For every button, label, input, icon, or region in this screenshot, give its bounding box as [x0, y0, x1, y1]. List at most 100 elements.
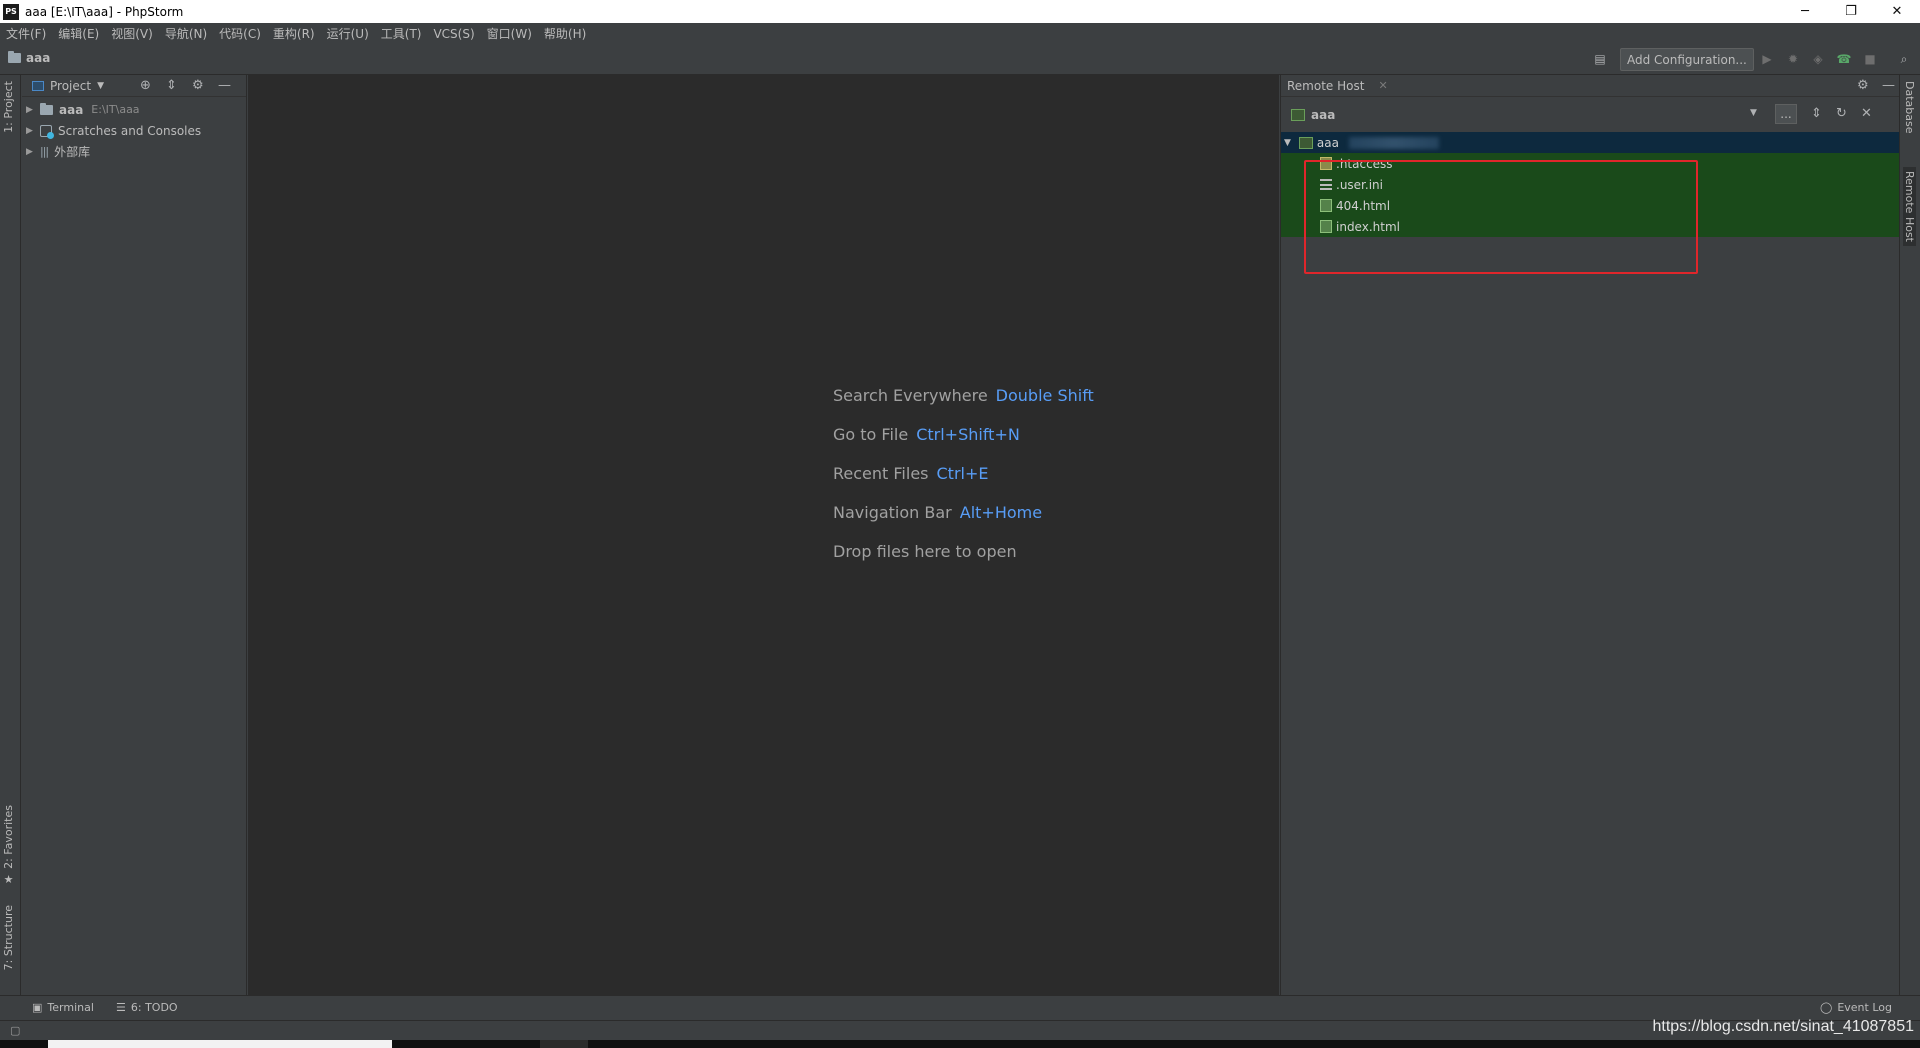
tree-item-label: aaa: [59, 102, 84, 117]
remote-host-panel: Remote Host ✕ ⚙ — aaa ▼ ... ⇕ ↻ ✕ ▼ aaa …: [1280, 75, 1899, 995]
collapse-all-icon[interactable]: ⇕: [166, 78, 177, 93]
maximize-button[interactable]: ❐: [1828, 0, 1874, 23]
collapse-all-icon[interactable]: ⇕: [1811, 106, 1822, 121]
locate-icon[interactable]: ⊕: [140, 78, 151, 93]
file-name: index.html: [1336, 219, 1400, 234]
title-bar: PS aaa [E:\IT\aaa] - PhpStorm ─ ❐ ✕: [0, 0, 1920, 23]
refresh-icon[interactable]: ↻: [1836, 106, 1847, 121]
run-icon[interactable]: ▶: [1759, 51, 1775, 67]
menu-file[interactable]: 文件(F): [0, 25, 52, 42]
menu-vcs[interactable]: VCS(S): [427, 27, 480, 41]
favorites-tool-tab[interactable]: ★ 2: Favorites: [2, 805, 15, 886]
browse-button[interactable]: ...: [1775, 104, 1797, 124]
remote-host-tab-label: Remote Host: [1903, 171, 1916, 242]
todo-tool-button[interactable]: ☰ 6: TODO: [116, 1001, 178, 1014]
hint-drop-files: Drop files here to open: [833, 542, 1017, 561]
menu-bar: 文件(F) 编辑(E) 视图(V) 导航(N) 代码(C) 重构(R) 运行(U…: [0, 23, 1920, 44]
hint-text: Go to File: [833, 425, 909, 444]
expand-arrow-icon[interactable]: ▶: [26, 126, 40, 136]
hint-text: Search Everywhere: [833, 386, 988, 405]
host-selector[interactable]: aaa: [1291, 108, 1335, 122]
editor-empty-area[interactable]: Search Everywhere Double Shift Go to File…: [248, 75, 1279, 995]
debug-icon[interactable]: ✹: [1785, 51, 1801, 67]
hide-icon[interactable]: —: [1882, 78, 1895, 93]
remote-file-item[interactable]: index.html: [1281, 216, 1899, 237]
remote-root-row[interactable]: ▼ aaa: [1281, 132, 1899, 153]
gear-icon[interactable]: ⚙: [192, 78, 204, 93]
star-icon: ★: [2, 872, 15, 886]
taskbar-item[interactable]: [48, 1040, 392, 1048]
menu-help[interactable]: 帮助(H): [538, 25, 592, 42]
add-configuration-button[interactable]: Add Configuration...: [1620, 48, 1754, 71]
remote-file-list: .htaccess .user.ini 404.html index.html: [1281, 153, 1899, 237]
host-name: aaa: [1311, 107, 1336, 122]
search-icon[interactable]: ⌕: [1896, 51, 1912, 67]
run-config-icon[interactable]: ▤: [1592, 51, 1608, 67]
close-tab-icon[interactable]: ✕: [1378, 79, 1387, 92]
coverage-icon[interactable]: ◈: [1810, 51, 1826, 67]
database-tool-tab[interactable]: Database: [1903, 81, 1916, 134]
menu-edit[interactable]: 编辑(E): [52, 25, 105, 42]
collapse-arrow-icon[interactable]: ▼: [1284, 138, 1291, 148]
menu-view[interactable]: 视图(V): [105, 25, 159, 42]
hint-shortcut: Ctrl+E: [936, 464, 989, 483]
bottom-tool-stripe: ▣ Terminal ☰ 6: TODO ◯ Event Log: [0, 995, 1920, 1020]
hint-text: Drop files here to open: [833, 542, 1017, 561]
menu-tools[interactable]: 工具(T): [375, 25, 428, 42]
expand-arrow-icon[interactable]: ▶: [26, 105, 40, 115]
expand-arrow-icon[interactable]: ▶: [26, 147, 40, 157]
ini-file-icon: [1320, 179, 1332, 190]
close-icon[interactable]: ✕: [1861, 106, 1872, 121]
remote-file-item[interactable]: .htaccess: [1281, 153, 1899, 174]
toggle-tool-windows-icon[interactable]: ▢: [10, 1024, 20, 1037]
tree-item-label: 外部库: [54, 145, 91, 159]
database-tab-label: Database: [1903, 81, 1916, 134]
listen-debug-icon[interactable]: ☎: [1836, 51, 1852, 67]
terminal-icon: ▣: [32, 1001, 43, 1014]
menu-run[interactable]: 运行(U): [321, 25, 375, 42]
project-tab-label: 1: Project: [2, 81, 15, 133]
favorites-tab-label: 2: Favorites: [2, 805, 15, 869]
menu-window[interactable]: 窗口(W): [481, 25, 538, 42]
remote-host-tool-tab[interactable]: Remote Host: [1903, 167, 1916, 246]
project-view-selector[interactable]: Project ▼: [32, 79, 104, 93]
close-button[interactable]: ✕: [1874, 0, 1920, 23]
os-taskbar: [0, 1040, 1920, 1048]
menu-navigate[interactable]: 导航(N): [159, 25, 213, 42]
minimize-button[interactable]: ─: [1782, 0, 1828, 23]
project-panel-title: Project: [50, 78, 92, 93]
event-log-button[interactable]: ◯ Event Log: [1820, 1001, 1892, 1014]
server-icon: [1298, 136, 1313, 149]
chevron-down-icon[interactable]: ▼: [1750, 108, 1757, 118]
remote-file-item[interactable]: .user.ini: [1281, 174, 1899, 195]
menu-refactor[interactable]: 重构(R): [267, 25, 321, 42]
terminal-label: Terminal: [47, 1001, 94, 1014]
hint-shortcut: Ctrl+Shift+N: [916, 425, 1020, 444]
gear-icon[interactable]: ⚙: [1857, 78, 1869, 93]
tab-remote-host[interactable]: Remote Host ✕: [1287, 79, 1388, 93]
redacted-host-address: [1348, 136, 1439, 149]
menu-code[interactable]: 代码(C): [213, 25, 267, 42]
project-tool-tab[interactable]: 1: Project: [2, 81, 15, 133]
event-log-label: Event Log: [1837, 1001, 1892, 1014]
hint-navigation-bar: Navigation Bar Alt+Home: [833, 503, 1042, 522]
taskbar-item[interactable]: [540, 1040, 588, 1048]
remote-file-item[interactable]: 404.html: [1281, 195, 1899, 216]
hint-recent-files: Recent Files Ctrl+E: [833, 464, 988, 483]
server-icon: [1291, 108, 1305, 121]
stop-icon[interactable]: ■: [1862, 51, 1878, 67]
breadcrumb[interactable]: aaa: [8, 51, 50, 65]
file-name: 404.html: [1336, 198, 1391, 213]
status-bar: ▢: [0, 1020, 1920, 1040]
left-tool-stripe: 1: Project ★ 2: Favorites 7: Structure: [0, 75, 21, 995]
watermark: https://blog.csdn.net/sinat_41087851: [1652, 1018, 1914, 1035]
structure-tool-tab[interactable]: 7: Structure: [2, 905, 15, 970]
tree-item-external-libraries[interactable]: ▶ ||| 外部库: [22, 141, 246, 162]
hint-go-to-file: Go to File Ctrl+Shift+N: [833, 425, 1020, 444]
hide-icon[interactable]: —: [218, 78, 231, 93]
file-name: .user.ini: [1336, 177, 1383, 192]
tree-item-project-root[interactable]: ▶ aaa E:\IT\aaa: [22, 99, 246, 120]
tree-item-scratches[interactable]: ▶ Scratches and Consoles: [22, 120, 246, 141]
terminal-tool-button[interactable]: ▣ Terminal: [32, 1001, 94, 1014]
structure-tab-label: 7: Structure: [2, 905, 15, 971]
